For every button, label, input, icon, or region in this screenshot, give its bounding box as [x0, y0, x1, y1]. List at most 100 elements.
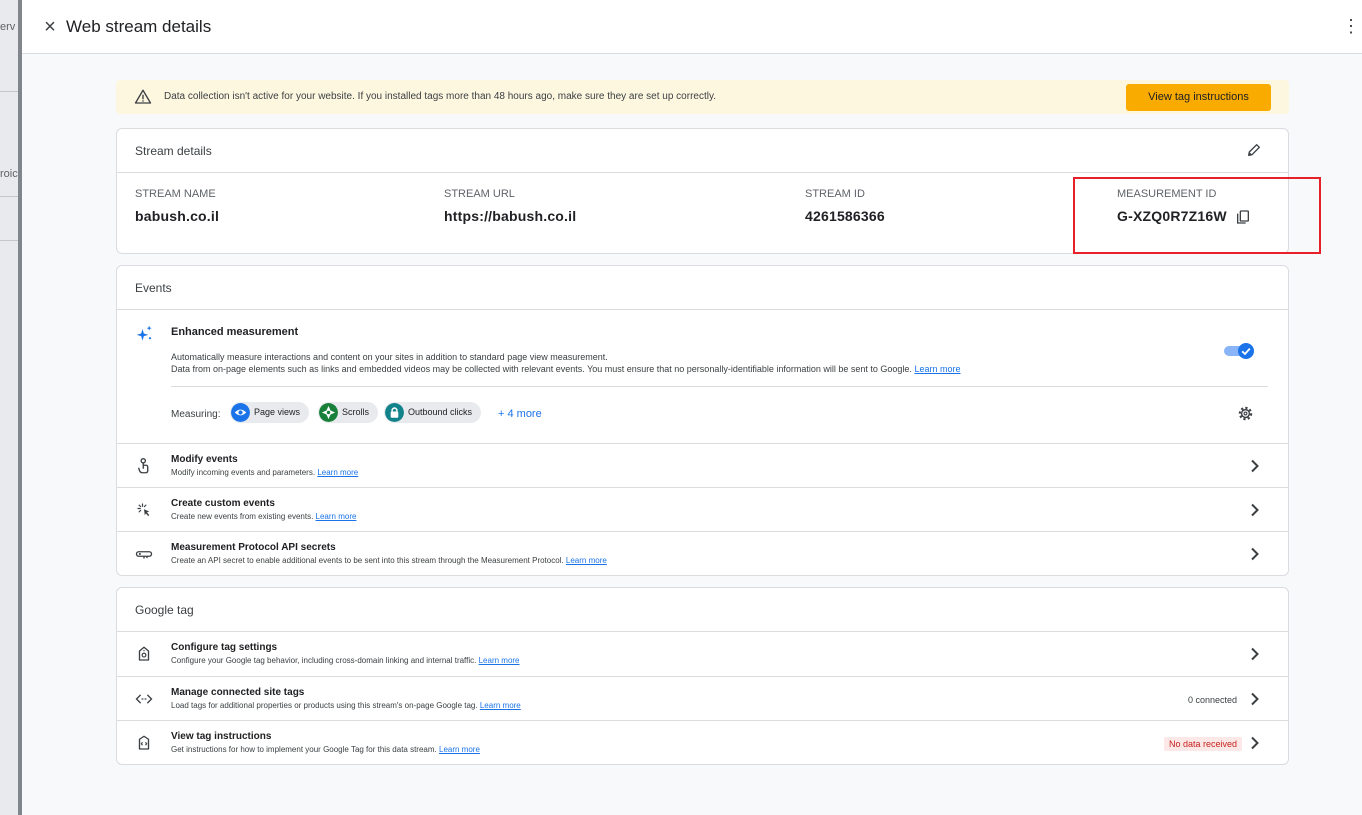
more-vert-icon[interactable]: ⋮ — [1342, 16, 1360, 36]
eye-icon — [231, 403, 250, 422]
code-arrows-icon — [135, 694, 153, 704]
chevron-right-icon — [1251, 647, 1259, 661]
google-tag-row-view-instructions[interactable]: View tag instructions Get instructions f… — [117, 720, 1288, 764]
connected-count-badge: 0 connected — [1187, 695, 1237, 705]
warning-banner: Data collection isn't active for your we… — [116, 80, 1289, 114]
row-desc-text: Create new events from existing events. — [171, 512, 314, 521]
stream-id-label: STREAM ID — [805, 188, 865, 200]
scroll-compass-icon — [319, 403, 338, 422]
no-data-status-badge: No data received — [1163, 737, 1242, 751]
chevron-right-icon — [1251, 459, 1259, 473]
chevron-right-icon — [1251, 736, 1259, 750]
events-card: Events Enhanced measurement Automaticall… — [116, 265, 1289, 576]
row-desc-text: Modify incoming events and parameters. — [171, 468, 316, 477]
google-tag-row-connected-tags[interactable]: Manage connected site tags Load tags for… — [117, 676, 1288, 720]
row-title: Measurement Protocol API secrets — [171, 542, 336, 553]
key-icon — [135, 551, 153, 559]
row-desc: Configure your Google tag behavior, incl… — [171, 656, 520, 665]
chevron-right-icon — [1251, 503, 1259, 517]
row-desc-text: Create an API secret to enable additiona… — [171, 556, 564, 565]
learn-more-link[interactable]: Learn more — [439, 745, 480, 754]
learn-more-link[interactable]: Learn more — [316, 512, 357, 521]
row-title: Configure tag settings — [171, 642, 278, 653]
background-divider — [0, 196, 18, 197]
google-tag-row-configure[interactable]: Configure tag settings Configure your Go… — [117, 632, 1288, 676]
enhanced-measurement-desc: Automatically measure interactions and c… — [171, 352, 608, 362]
close-icon[interactable]: × — [40, 17, 60, 37]
more-measurements-link[interactable]: + 4 more — [498, 408, 542, 420]
events-row-create-custom-events[interactable]: Create custom events Create new events f… — [117, 487, 1288, 531]
enhanced-measurement-desc-2: Data from on-page elements such as links… — [171, 364, 1268, 374]
google-tag-card: Google tag Configure tag settings Config… — [116, 587, 1289, 765]
edit-pencil-icon[interactable] — [1246, 142, 1262, 158]
row-desc: Create an API secret to enable additiona… — [171, 556, 607, 565]
tag-settings-icon — [138, 646, 150, 661]
touch-hand-icon — [138, 457, 149, 474]
row-title: Manage connected site tags — [171, 687, 305, 698]
page-title: Web stream details — [66, 17, 212, 36]
chip-outbound-clicks: Outbound clicks — [384, 402, 482, 423]
row-title: View tag instructions — [171, 731, 272, 742]
panel-content: Data collection isn't active for your we… — [116, 80, 1321, 776]
measurement-id-field: MEASUREMENT ID G-XZQ0R7Z16W — [1117, 188, 1251, 225]
learn-more-link[interactable]: Learn more — [317, 468, 358, 477]
row-desc-text: Load tags for additional properties or p… — [171, 701, 478, 710]
code-tag-icon — [138, 735, 150, 750]
gear-icon[interactable] — [1237, 405, 1254, 422]
stream-name-value: babush.co.il — [135, 208, 220, 224]
background-text-fragment: roic — [0, 168, 18, 180]
chevron-right-icon — [1251, 547, 1259, 561]
stream-name-field: STREAM NAME babush.co.il — [135, 188, 219, 224]
row-desc-text: Get instructions for how to implement yo… — [171, 745, 437, 754]
chevron-right-icon — [1251, 692, 1259, 706]
background-sidebar-strip: erv roic — [0, 0, 22, 815]
lock-icon — [385, 403, 404, 422]
stream-details-body: STREAM NAME babush.co.il STREAM URL http… — [117, 173, 1288, 253]
measurement-id-value: G-XZQ0R7Z16W — [1117, 208, 1227, 224]
row-title: Modify events — [171, 454, 238, 465]
row-desc-text: Configure your Google tag behavior, incl… — [171, 656, 477, 665]
row-desc: Load tags for additional properties or p… — [171, 701, 521, 710]
warning-message: Data collection isn't active for your we… — [164, 91, 716, 102]
measuring-label: Measuring: — [171, 409, 221, 420]
copy-icon[interactable] — [1235, 209, 1251, 225]
events-row-measurement-protocol[interactable]: Measurement Protocol API secrets Create … — [117, 531, 1288, 575]
learn-more-link[interactable]: Learn more — [479, 656, 520, 665]
web-stream-details-panel: × Web stream details ⋮ Data collection i… — [22, 0, 1362, 815]
events-header: Events — [117, 266, 1288, 310]
panel-header: × Web stream details ⋮ — [22, 0, 1362, 54]
events-row-modify-events[interactable]: Modify events Modify incoming events and… — [117, 443, 1288, 487]
stream-id-field: STREAM ID 4261586366 — [805, 188, 885, 224]
measuring-row: Measuring: Page views Scrolls Outbound c… — [171, 387, 1268, 443]
toggle-knob — [1238, 343, 1254, 359]
view-tag-instructions-button[interactable]: View tag instructions — [1126, 84, 1271, 111]
background-text-fragment: erv — [0, 21, 16, 33]
chip-scrolls: Scrolls — [318, 402, 379, 423]
cursor-click-icon — [137, 503, 150, 516]
row-desc: Get instructions for how to implement yo… — [171, 745, 480, 754]
sparkle-icon — [136, 325, 152, 341]
enhanced-measurement-desc-text: Data from on-page elements such as links… — [171, 364, 912, 374]
learn-more-link[interactable]: Learn more — [566, 556, 607, 565]
learn-more-link[interactable]: Learn more — [480, 701, 521, 710]
warning-icon — [134, 89, 152, 104]
google-tag-heading: Google tag — [135, 603, 194, 617]
stream-name-label: STREAM NAME — [135, 188, 216, 200]
row-desc: Create new events from existing events. … — [171, 512, 356, 521]
chip-label: Outbound clicks — [408, 407, 473, 417]
stream-url-label: STREAM URL — [444, 188, 515, 200]
row-desc: Modify incoming events and parameters. L… — [171, 468, 358, 477]
stream-url-value: https://babush.co.il — [444, 208, 577, 224]
google-tag-header: Google tag — [117, 588, 1288, 632]
background-divider — [0, 91, 18, 92]
enhanced-measurement-section: Enhanced measurement Automatically measu… — [117, 310, 1288, 443]
chip-label: Page views — [254, 407, 301, 417]
row-title: Create custom events — [171, 498, 275, 509]
enhanced-measurement-learn-more-link[interactable]: Learn more — [914, 364, 960, 374]
chip-page-views: Page views — [230, 402, 310, 423]
stream-url-field: STREAM URL https://babush.co.il — [444, 188, 576, 224]
events-heading: Events — [135, 281, 172, 295]
enhanced-measurement-title: Enhanced measurement — [171, 326, 299, 338]
measurement-id-row: G-XZQ0R7Z16W — [1117, 208, 1251, 225]
enhanced-measurement-toggle[interactable] — [1224, 343, 1254, 359]
